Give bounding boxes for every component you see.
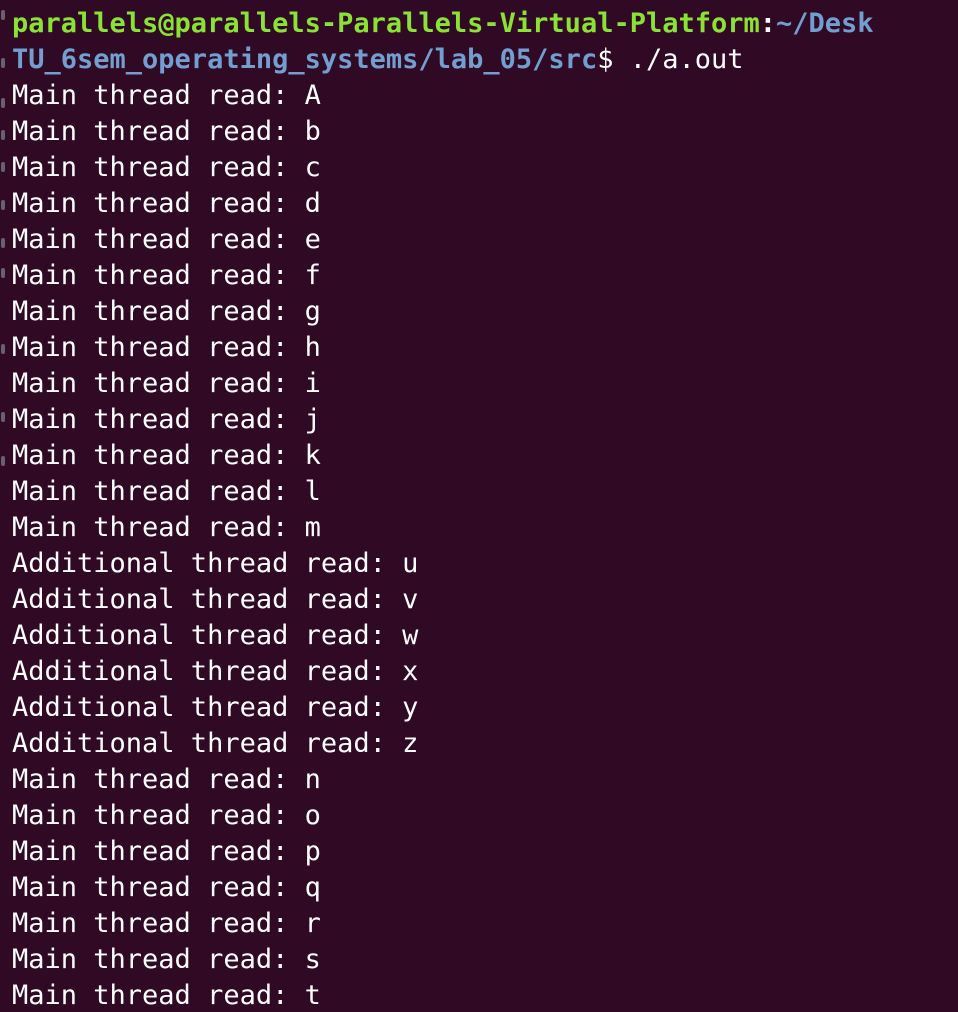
output-line: Main thread read: j (12, 404, 321, 435)
terminal-window[interactable]: parallels@parallels-Parallels-Virtual-Pl… (0, 0, 958, 1012)
output-line: Main thread read: g (12, 296, 321, 327)
output-line: Additional thread read: y (12, 692, 419, 723)
edge-mark (1, 268, 5, 278)
prompt-line-1: parallels@parallels-Parallels-Virtual-Pl… (12, 6, 874, 42)
output-line: Main thread read: b (12, 116, 321, 147)
edge-mark (1, 58, 5, 68)
edge-mark (1, 344, 5, 354)
prompt-dollar: $ (597, 44, 614, 75)
edge-mark (1, 412, 5, 422)
output-line: Main thread read: t (12, 980, 321, 1011)
edge-mark (1, 238, 5, 248)
edge-mark (1, 200, 5, 210)
output-line: Main thread read: A (12, 80, 321, 111)
output-line: Main thread read: k (12, 440, 321, 471)
command-text: ./a.out (613, 44, 744, 75)
output-line: Additional thread read: v (12, 584, 419, 615)
prompt-path-continued: TU_6sem_operating_systems/lab_05/src (12, 44, 598, 75)
output-line: Additional thread read: z (12, 728, 419, 759)
output-line: Main thread read: c (12, 152, 321, 183)
edge-mark (1, 10, 5, 20)
output-line: Main thread read: e (12, 224, 321, 255)
output-line: Main thread read: i (12, 368, 321, 399)
output-line: Main thread read: d (12, 188, 321, 219)
output-line: Main thread read: p (12, 836, 321, 867)
output-line: Main thread read: m (12, 512, 321, 543)
terminal-output: parallels@parallels-Parallels-Virtual-Pl… (12, 6, 874, 1012)
edge-mark (1, 98, 5, 108)
output-line: Main thread read: r (12, 908, 321, 939)
output-line: Main thread read: n (12, 764, 321, 795)
prompt-path-start: ~/Desk (776, 8, 874, 39)
prompt-user-host: parallels@parallels-Parallels-Virtual-Pl… (12, 8, 760, 39)
edge-mark (1, 456, 5, 466)
left-edge-artifacts (0, 0, 8, 480)
edge-mark (1, 130, 5, 140)
edge-mark (1, 162, 5, 172)
prompt-separator: : (759, 8, 777, 39)
output-line: Main thread read: f (12, 260, 321, 291)
output-line: Main thread read: l (12, 476, 321, 507)
output-line: Additional thread read: x (12, 656, 419, 687)
output-line: Additional thread read: u (12, 548, 419, 579)
output-line: Additional thread read: w (12, 620, 419, 651)
prompt-line-2: TU_6sem_operating_systems/lab_05/src$ ./… (12, 42, 874, 78)
output-line: Main thread read: o (12, 800, 321, 831)
output-line: Main thread read: s (12, 944, 321, 975)
output-line: Main thread read: h (12, 332, 321, 363)
output-line: Main thread read: q (12, 872, 321, 903)
